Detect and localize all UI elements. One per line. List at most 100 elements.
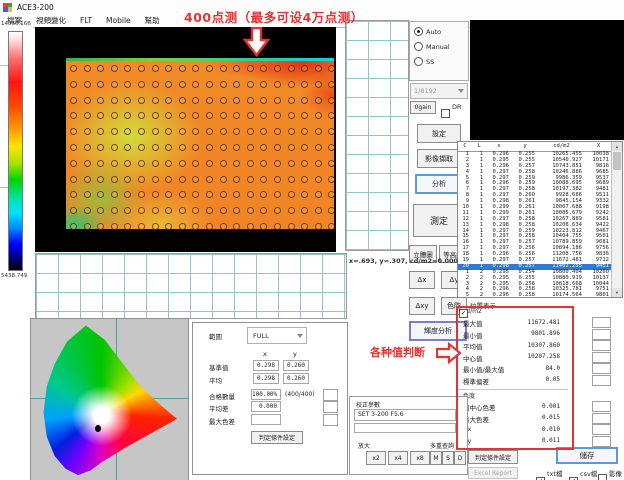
menu-item[interactable]: Mobile <box>99 16 138 25</box>
position-checkbox-box[interactable] <box>459 309 468 318</box>
result-value: 0.05 <box>495 376 560 383</box>
table-row[interactable]: 520.2960.25810174.5649801 <box>458 293 612 299</box>
file-format-checkbox[interactable]: 影像檔 <box>598 468 624 480</box>
scroll-down-icon[interactable]: ▼ <box>612 288 622 297</box>
measurement-point <box>179 223 186 230</box>
gain-button[interactable]: 0gain <box>410 101 436 114</box>
radio-icon[interactable] <box>414 42 423 51</box>
file-format-checkbox[interactable]: txt檔 <box>536 468 562 480</box>
annotation-value-judgment: 各种值判断 <box>370 344 425 360</box>
measurement-point <box>165 97 172 104</box>
average-x-field[interactable]: 0.298 <box>253 373 279 384</box>
dr-checkbox[interactable]: DR <box>441 103 462 122</box>
red-arrow-right-icon <box>436 342 462 364</box>
menu-item[interactable]: FLT <box>73 16 99 25</box>
measurement-table[interactable]: CLxycd/m2X 110.2960.25510265.45510038210… <box>457 141 623 298</box>
measurement-point <box>138 207 145 214</box>
heatmap-window[interactable] <box>35 27 336 252</box>
zoom-x4-button[interactable]: x4 <box>388 451 408 465</box>
measurement-point <box>233 160 240 167</box>
excel-report-button[interactable]: Excel Report <box>468 467 518 479</box>
radio-icon[interactable] <box>414 57 423 66</box>
save-button[interactable]: 儲存 <box>556 447 618 464</box>
table-scrollbar[interactable]: ▲ ▼ <box>611 142 622 297</box>
measurement-point <box>288 191 295 198</box>
result-value: 0.010 <box>495 426 560 433</box>
measurement-point <box>152 176 159 183</box>
settings-button[interactable]: 設定 <box>417 124 461 143</box>
multi-query-D-button[interactable]: D <box>454 451 466 465</box>
menu-item[interactable]: 視頻變化 <box>29 15 73 26</box>
cie-chromaticity-diagram[interactable] <box>30 318 189 480</box>
calibration-empty-field[interactable] <box>354 423 456 433</box>
file-format-checkbox[interactable]: csv檔 <box>569 468 597 480</box>
measurement-point <box>315 207 322 214</box>
judge-condition-button[interactable]: 判定條件設定 <box>468 450 518 464</box>
measurement-point <box>260 81 267 88</box>
judge-result-box <box>592 401 611 412</box>
dr-checkbox-box[interactable] <box>441 109 450 118</box>
table-cell: 5 <box>458 293 472 299</box>
measurement-point <box>124 191 131 198</box>
reference-y-field[interactable]: 0.260 <box>283 360 309 371</box>
scroll-up-icon[interactable]: ▲ <box>612 142 622 151</box>
shutter-dropdown[interactable]: 1/8192 <box>410 83 468 99</box>
measurement-point <box>165 191 172 198</box>
measurement-point <box>274 144 281 151</box>
radio-icon[interactable] <box>414 27 423 36</box>
multi-query-S-button[interactable]: S <box>442 451 454 465</box>
range-dropdown[interactable]: FULL <box>247 327 307 344</box>
result-value: 0.011 <box>495 437 560 444</box>
measurement-point <box>301 223 308 230</box>
delta-x-button[interactable]: Δx <box>409 271 435 289</box>
zoom-x2-button[interactable]: x2 <box>366 451 386 465</box>
measurement-point <box>220 207 227 214</box>
table-body[interactable]: 110.2960.25510265.45510038210.2950.25510… <box>458 152 612 299</box>
position-display-checkbox[interactable]: 位置表示 <box>459 300 496 319</box>
reference-x-field[interactable]: 0.298 <box>253 360 279 371</box>
measurement-point <box>70 207 77 214</box>
measurement-point <box>70 128 77 135</box>
pass-percent-field: 100.00% <box>251 389 281 400</box>
measurement-point <box>247 144 254 151</box>
zoom-x8-button[interactable]: x8 <box>410 451 430 465</box>
range-judge-condition-button[interactable]: 判定條件設定 <box>251 431 303 444</box>
result-label: 最大值 <box>463 318 483 328</box>
measurement-point <box>179 191 186 198</box>
calibration-value-field[interactable]: SET 3-200 F5.6 <box>354 409 456 421</box>
measurement-point <box>206 81 213 88</box>
avg-diff-field[interactable]: 0.000 <box>251 401 281 412</box>
measurement-point <box>301 97 308 104</box>
judge-result-box <box>592 317 611 328</box>
position-checkbox-label: 位置表示 <box>470 302 496 310</box>
scrollbar-thumb[interactable] <box>613 152 621 170</box>
checkbox-box[interactable] <box>598 474 607 480</box>
analyze-button[interactable]: 分析 <box>415 174 463 194</box>
average-y-field[interactable]: 0.260 <box>283 373 309 384</box>
mode-radio-row[interactable]: SS <box>414 57 434 66</box>
menu-item[interactable]: 幫助 <box>138 15 167 26</box>
measurement-point <box>111 160 118 167</box>
luminance-result-row: 最小值/最大值84.0 <box>455 363 624 375</box>
multi-query-M-button[interactable]: M <box>430 451 442 465</box>
measurement-point <box>192 81 199 88</box>
result-label: 平均值 <box>463 341 483 351</box>
grid-panel-bottom <box>35 253 347 319</box>
measurement-point <box>70 97 77 104</box>
table-cell: 2 <box>472 293 486 299</box>
measurement-point <box>124 160 131 167</box>
avg-diff-judge-box <box>323 401 338 413</box>
mode-radio-row[interactable]: Auto <box>414 27 441 36</box>
measurement-point <box>179 207 186 214</box>
mode-radio-row[interactable]: Manual <box>414 42 450 51</box>
pass-judge-box <box>323 389 338 401</box>
measurement-point <box>84 223 91 230</box>
image-capture-button[interactable]: 影像擷取 <box>417 149 461 168</box>
chevron-down-icon <box>458 89 464 93</box>
measurement-point <box>260 128 267 135</box>
measurement-point <box>328 128 335 135</box>
delta-xy-button[interactable]: Δxy <box>409 297 435 315</box>
max-diff-field[interactable] <box>251 414 281 425</box>
window-title: ACE3-200 <box>17 3 54 12</box>
luminance-heatmap[interactable] <box>66 61 334 229</box>
